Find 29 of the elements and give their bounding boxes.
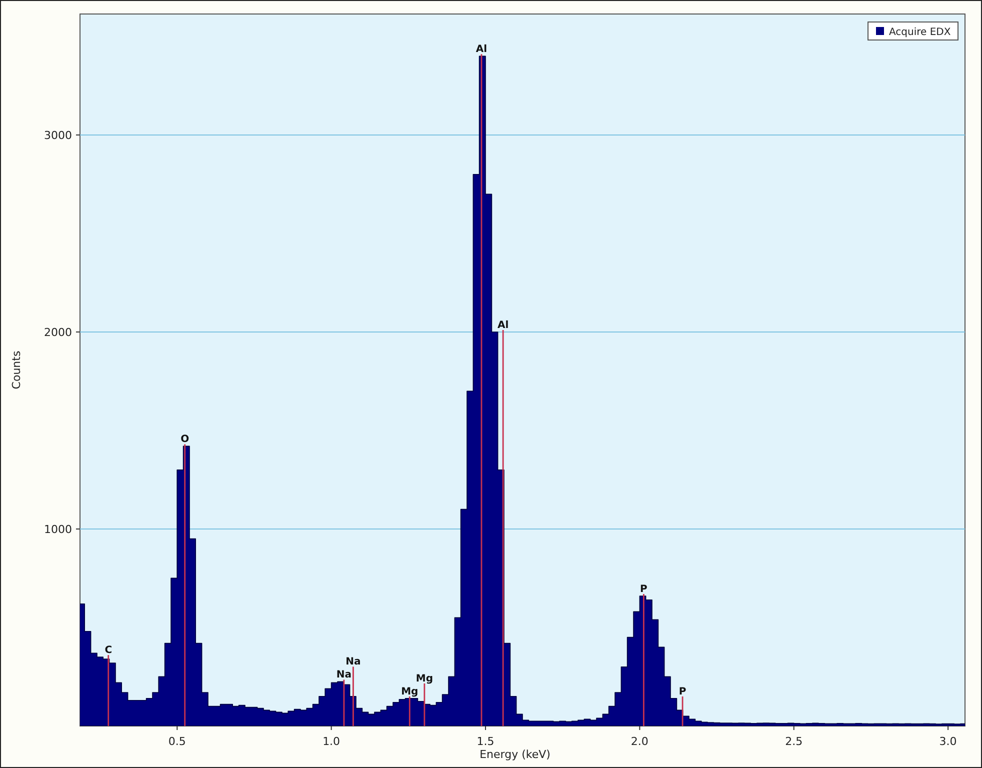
y-tick-label: 2000: [44, 326, 72, 339]
peak-label: P: [678, 686, 686, 698]
legend-swatch: [876, 27, 884, 35]
peak-label: Mg: [416, 673, 433, 684]
peak-label: Na: [346, 656, 361, 668]
peak-label: Al: [497, 320, 509, 331]
x-tick-label: 3.0: [939, 735, 957, 748]
peak-label: Na: [336, 670, 352, 681]
y-tick-label: 1000: [44, 523, 72, 536]
peak-marker-line: [424, 683, 426, 726]
x-tick-label: 0.5: [168, 735, 186, 748]
x-axis-title: Energy (keV): [480, 748, 550, 761]
legend-label: Acquire EDX: [889, 27, 951, 38]
x-tick-label: 2.5: [785, 735, 803, 748]
x-tick-label: 2.0: [630, 735, 648, 748]
peak-label: Mg: [401, 686, 418, 698]
peak-label: Al: [476, 44, 488, 56]
peak-label: P: [640, 584, 648, 595]
x-tick-label: 1.5: [476, 735, 494, 748]
peak-marker-line: [343, 680, 345, 726]
peak-marker-line: [682, 696, 684, 726]
peak-marker-line: [408, 696, 410, 726]
x-tick-label: 1.0: [322, 735, 340, 748]
peak-label: C: [104, 645, 112, 656]
y-axis-title: Counts: [10, 350, 23, 390]
peak-marker-line: [108, 655, 110, 726]
y-tick-label: 3000: [44, 128, 72, 142]
peak-label: O: [180, 434, 190, 446]
peak-marker-line: [352, 666, 354, 726]
